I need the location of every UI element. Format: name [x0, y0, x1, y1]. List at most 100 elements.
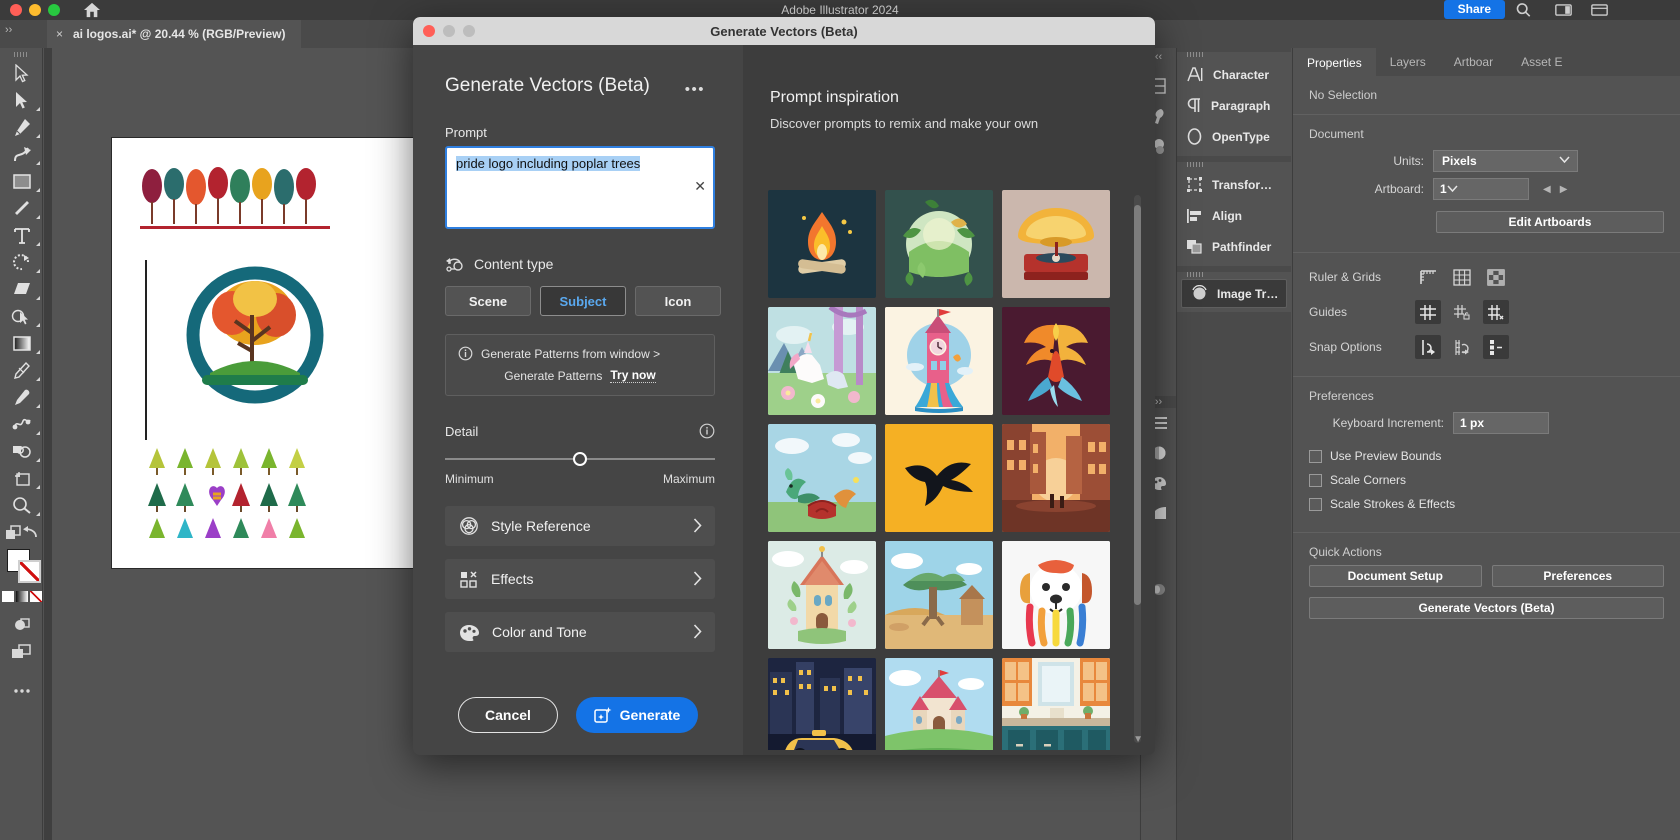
- tab-artboards[interactable]: Artboar: [1440, 48, 1507, 76]
- curvature-tool[interactable]: [0, 141, 43, 168]
- artboard-stepper[interactable]: ◀ ▶: [1543, 184, 1567, 195]
- tab-properties[interactable]: Properties: [1293, 48, 1376, 76]
- chevron-down-icon[interactable]: [1447, 185, 1458, 193]
- artboard[interactable]: [112, 138, 417, 568]
- panel-group-grip[interactable]: [1187, 162, 1203, 167]
- gallery-thumb-unicorn-forest[interactable]: [768, 307, 876, 415]
- color-and-tone-accordion[interactable]: Color and Tone: [445, 612, 715, 652]
- next-artboard-icon[interactable]: ▶: [1560, 184, 1568, 195]
- tools-panel[interactable]: [0, 48, 43, 840]
- generate-vectors-button[interactable]: Generate Vectors (Beta): [1309, 597, 1664, 619]
- guides-buttons[interactable]: [1415, 300, 1509, 324]
- none-swatch-icon[interactable]: [29, 591, 42, 602]
- dialog-overflow-menu[interactable]: •••: [685, 81, 705, 98]
- snap-to-grid-icon[interactable]: [1449, 335, 1475, 359]
- rectangle-tool[interactable]: [0, 168, 43, 195]
- cancel-button[interactable]: Cancel: [458, 697, 558, 733]
- dialog-traffic-lights[interactable]: [423, 25, 475, 37]
- content-type-icon-button[interactable]: Icon: [635, 286, 721, 316]
- more-tools-button[interactable]: [0, 677, 43, 704]
- gallery-thumb-kitchen-interior[interactable]: [1002, 658, 1110, 750]
- gallery-thumb-rainbow-dog[interactable]: [1002, 541, 1110, 649]
- tab-layers[interactable]: Layers: [1376, 48, 1440, 76]
- stroke-swatch[interactable]: [18, 560, 41, 583]
- panel-item-paragraph[interactable]: Paragraph: [1177, 90, 1291, 121]
- document-tab[interactable]: × ai logos.ai* @ 20.44 % (RGB/Preview): [47, 20, 302, 48]
- snap-to-point-icon[interactable]: [1415, 335, 1441, 359]
- properties-panel[interactable]: Properties Layers Artboar Asset E No Sel…: [1292, 48, 1680, 840]
- gallery-thumb-gramophone[interactable]: [1002, 190, 1110, 298]
- change-screen-mode-tool[interactable]: [0, 638, 43, 665]
- fill-stroke-swatches[interactable]: [0, 546, 43, 588]
- gallery-thumb-fairy-tower[interactable]: [768, 541, 876, 649]
- gallery-thumb-desert-street[interactable]: [1002, 424, 1110, 532]
- show-rulers-icon[interactable]: [1415, 265, 1441, 289]
- snap-options-buttons[interactable]: [1415, 335, 1509, 359]
- lock-guides-icon[interactable]: [1449, 300, 1475, 324]
- panel-item-opentype[interactable]: OpenType: [1177, 121, 1291, 152]
- show-guides-icon[interactable]: [1415, 300, 1441, 324]
- preferences-button[interactable]: Preferences: [1491, 565, 1664, 587]
- gallery-thumb-castle-hill[interactable]: [885, 658, 993, 750]
- zoom-tool[interactable]: [0, 492, 43, 519]
- slider-thumb[interactable]: [573, 452, 587, 466]
- rotate-tool[interactable]: [0, 249, 43, 276]
- undo-icon[interactable]: [22, 525, 38, 540]
- show-grid-icon[interactable]: [1449, 265, 1475, 289]
- gallery-scrollbar[interactable]: [1134, 195, 1141, 743]
- show-transparency-grid-icon[interactable]: [1483, 265, 1509, 289]
- prompt-input[interactable]: pride logo including poplar trees ✕: [445, 146, 715, 229]
- tab-overflow-left-icon[interactable]: ››: [5, 24, 12, 36]
- tools-panel-grip[interactable]: [14, 52, 28, 57]
- use-preview-bounds-row[interactable]: Use Preview Bounds: [1293, 437, 1680, 468]
- gallery-thumb-night-city-taxi[interactable]: [768, 658, 876, 750]
- eyedropper-tool[interactable]: [0, 384, 43, 411]
- close-tab-icon[interactable]: ×: [56, 20, 63, 48]
- gradient-tool[interactable]: [0, 330, 43, 357]
- panel-item-align[interactable]: Align: [1177, 200, 1291, 231]
- document-setup-button[interactable]: Document Setup: [1309, 565, 1482, 587]
- dialog-minimize-button[interactable]: [443, 25, 455, 37]
- style-reference-accordion[interactable]: Style Reference: [445, 506, 715, 546]
- prev-artboard-icon[interactable]: ◀: [1543, 184, 1551, 195]
- direct-selection-tool[interactable]: [0, 87, 43, 114]
- workspace-switcher-icon[interactable]: [1591, 2, 1608, 18]
- detail-info-icon[interactable]: [699, 423, 715, 439]
- prompt-inspiration-gallery[interactable]: [768, 190, 1118, 750]
- gradient-swatch-icon[interactable]: [15, 591, 28, 602]
- tab-asset-export[interactable]: Asset E: [1507, 48, 1576, 76]
- gallery-thumb-bird-silhouette[interactable]: [885, 424, 993, 532]
- scale-strokes-effects-checkbox[interactable]: [1309, 497, 1322, 511]
- selection-tool[interactable]: [0, 60, 43, 87]
- dialog-maximize-button[interactable]: [463, 25, 475, 37]
- artboard-tool[interactable]: [0, 465, 43, 492]
- try-now-link[interactable]: Try now: [610, 368, 656, 383]
- smart-guides-icon[interactable]: [1483, 335, 1509, 359]
- type-tool[interactable]: [0, 222, 43, 249]
- effects-accordion[interactable]: Effects: [445, 559, 715, 599]
- gallery-thumb-leafy-globe[interactable]: [885, 190, 993, 298]
- color-mode-swatches[interactable]: [0, 591, 43, 605]
- shape-builder-tool[interactable]: [0, 438, 43, 465]
- panel-item-character[interactable]: Character: [1177, 59, 1291, 90]
- gallery-thumb-dragon-sky[interactable]: [768, 424, 876, 532]
- panel-item-transform[interactable]: Transfor…: [1177, 169, 1291, 200]
- panel-item-image-trace[interactable]: Image Tr…: [1181, 279, 1287, 308]
- scale-corners-checkbox[interactable]: [1309, 473, 1322, 487]
- units-select[interactable]: Pixels: [1433, 150, 1578, 172]
- paintbrush-tool[interactable]: [0, 195, 43, 222]
- arrange-undo-tools[interactable]: [0, 519, 43, 546]
- panel-item-pathfinder[interactable]: Pathfinder: [1177, 231, 1291, 262]
- content-type-segmented-control[interactable]: Scene Subject Icon: [413, 272, 743, 316]
- keyboard-increment-input[interactable]: 1 px: [1453, 412, 1549, 434]
- blend-tool[interactable]: [0, 411, 43, 438]
- panel-group-grip[interactable]: [1187, 272, 1203, 277]
- gallery-thumb-rainbow-clock-tower[interactable]: [885, 307, 993, 415]
- generate-vectors-dialog[interactable]: Generate Vectors (Beta) Generate Vectors…: [413, 17, 1155, 755]
- scale-corners-row[interactable]: Scale Corners: [1293, 468, 1680, 492]
- width-tool[interactable]: [0, 357, 43, 384]
- gallery-scrollbar-thumb[interactable]: [1134, 205, 1141, 605]
- detail-slider[interactable]: [445, 452, 715, 466]
- eraser-tool[interactable]: [0, 276, 43, 303]
- screen-mode-tool[interactable]: [0, 611, 43, 638]
